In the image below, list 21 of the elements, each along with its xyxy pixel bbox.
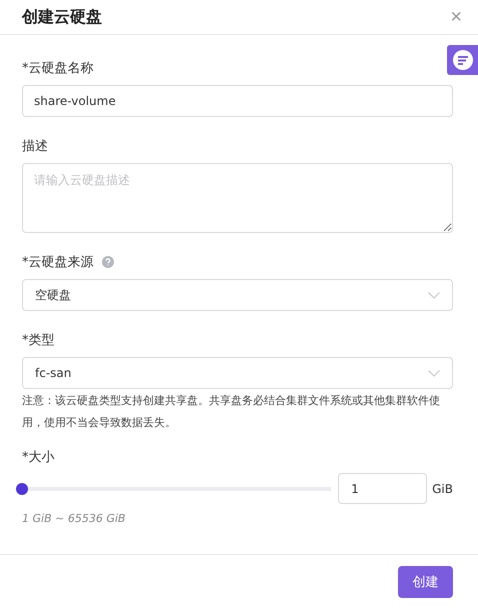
- field-label: 描述: [22, 138, 48, 155]
- size-field[interactable]: 1: [338, 473, 428, 504]
- chevron-down-icon: [428, 370, 440, 376]
- select-field[interactable]: fc-san: [22, 357, 453, 389]
- notes-tab[interactable]: [447, 45, 478, 75]
- help-icon: [102, 256, 114, 268]
- field-label: *类型: [22, 332, 54, 349]
- name-field[interactable]: share-volume: [22, 85, 453, 117]
- slider-thumb[interactable]: [16, 482, 28, 494]
- field-label: *云硬盘名称: [22, 60, 94, 77]
- dialog-title: 创建云硬盘: [22, 6, 102, 28]
- field-label: *大小: [22, 449, 54, 466]
- warning-note: 注意：该云硬盘类型支持创建共享盘。共享盘务必结合集群文件系统或其他集群软件使用，使用不当会导致数据丢失。: [22, 393, 441, 431]
- list-icon: [452, 50, 472, 70]
- unit-label: GiB: [432, 482, 453, 496]
- chevron-down-icon: [428, 292, 440, 298]
- field-label: *云硬盘来源: [22, 254, 94, 271]
- create-button[interactable]: 创建: [398, 566, 453, 598]
- select-field[interactable]: 空硬盘: [22, 279, 453, 311]
- range-hint: 1 GiB ~ 65536 GiB: [22, 512, 126, 525]
- description-field[interactable]: 请输入云硬盘描述: [22, 163, 453, 233]
